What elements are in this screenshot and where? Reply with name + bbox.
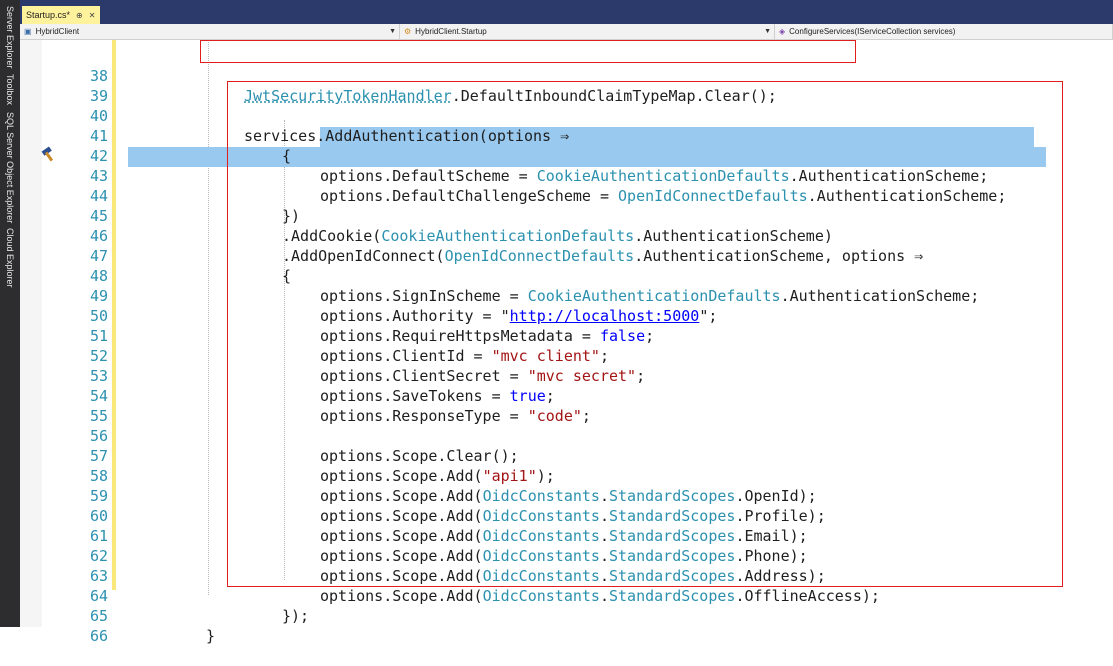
code-line: 56 options.Scope.Clear(); [20,406,1113,465]
class-name: HybridClient.Startup [415,27,487,36]
class-dropdown[interactable]: ⚙ HybridClient.Startup ▼ [400,24,775,39]
code-line: 52 options.ClientSecret = "mvc secret"; [20,326,1113,385]
navigation-bar: ▣ HybridClient ▼ ⚙ HybridClient.Startup … [20,24,1113,40]
code-line: 64 }); [20,566,1113,625]
code-line: 43 options.DefaultChallengeScheme = Open… [20,146,1113,205]
code-line: 49 options.Authority = "http://localhost… [20,266,1113,325]
code-editor[interactable]: 38 JwtSecurityTokenHandler.DefaultInboun… [20,40,1113,645]
code-line: 41 { [20,106,1113,165]
code-line: 51 options.ClientId = "mvc client"; [20,306,1113,365]
document-tab-bar: Startup.cs* ⊕ ✕ [20,0,1113,24]
code-line: 58 options.Scope.Add(OidcConstants.Stand… [20,446,1113,505]
code-line: 44 }) [20,166,1113,225]
code-line: 62 options.Scope.Add(OidcConstants.Stand… [20,526,1113,585]
project-name: HybridClient [35,27,80,36]
class-icon: ⚙ [404,27,412,36]
code-line: 47 { [20,226,1113,285]
code-line: 53 options.SaveTokens = true; [20,346,1113,405]
member-name: ConfigureServices(IServiceCollection ser… [789,27,956,36]
chevron-down-icon: ▼ [389,28,396,35]
line-number: 66 [89,627,108,645]
code-line: 63 options.Scope.Add(OidcConstants.Stand… [20,546,1113,605]
code-line: 61 options.Scope.Add(OidcConstants.Stand… [20,506,1113,565]
code-line: 39 [20,66,1113,105]
code-line: 66 [20,606,1113,645]
code-line: 40 services.AddAuthentication(options ⇒ [20,86,1113,145]
code-line: 55 [20,386,1113,425]
code-line: 59 options.Scope.Add(OidcConstants.Stand… [20,466,1113,525]
cloud-explorer-tab[interactable]: Cloud Explorer [2,228,18,288]
code-line: 38 JwtSecurityTokenHandler.DefaultInboun… [20,46,1113,105]
tool-window-strip: Server Explorer Toolbox SQL Server Objec… [0,0,20,627]
code-line: 48 options.SignInScheme = CookieAuthenti… [20,246,1113,305]
code-line: 46 .AddOpenIdConnect(OpenIdConnectDefaul… [20,206,1113,265]
code-line: 65 } [20,586,1113,645]
toolbox-tab[interactable]: Toolbox [2,74,18,105]
csharp-project-icon: ▣ [24,27,32,36]
close-icon[interactable]: ✕ [89,11,96,20]
chevron-down-icon: ▼ [764,28,771,35]
server-explorer-tab[interactable]: Server Explorer [2,6,18,69]
code-line: 57 options.Scope.Add("api1"); [20,426,1113,485]
code-line: 42 options.DefaultScheme = CookieAuthent… [20,126,1113,185]
pin-icon[interactable]: ⊕ [76,11,83,20]
code-line: 60 options.Scope.Add(OidcConstants.Stand… [20,486,1113,545]
project-dropdown[interactable]: ▣ HybridClient ▼ [20,24,400,39]
tab-title: Startup.cs* [26,10,71,20]
code-line: 50 options.RequireHttpsMetadata = false; [20,286,1113,345]
member-dropdown[interactable]: ◈ ConfigureServices(IServiceCollection s… [775,24,1113,39]
line-text: } [206,627,216,645]
code-line: 54 options.ResponseType = "code"; [20,366,1113,425]
code-line: 45 .AddCookie(CookieAuthenticationDefaul… [20,186,1113,245]
tab-startup-cs[interactable]: Startup.cs* ⊕ ✕ [22,6,100,24]
method-icon: ◈ [779,27,786,36]
sql-server-object-explorer-tab[interactable]: SQL Server Object Explorer [2,112,18,223]
